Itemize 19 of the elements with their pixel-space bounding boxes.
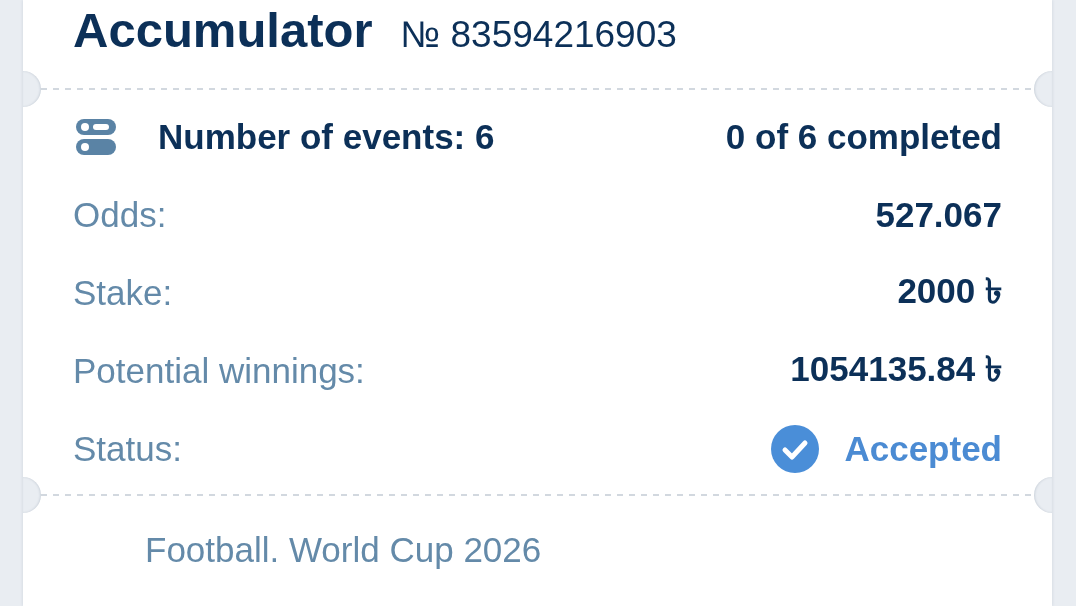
events-count: Number of events: 6 xyxy=(158,117,495,157)
ticket-notch xyxy=(1034,477,1052,513)
detail-label: Potential winnings: xyxy=(73,351,365,391)
status-value: Accepted xyxy=(844,429,1002,469)
detail-label: Odds: xyxy=(73,195,167,235)
detail-value: 1054135.84 ৳ xyxy=(790,347,1002,390)
completed-count: 0 of 6 completed xyxy=(725,117,1002,157)
event-title: Football. World Cup 2026 xyxy=(145,530,542,569)
detail-value: 527.067 xyxy=(875,195,1002,235)
ticket-notch xyxy=(23,71,41,107)
detail-label: Status: xyxy=(73,429,182,469)
detail-label: Stake: xyxy=(73,273,173,313)
ticket-notch xyxy=(1034,71,1052,107)
stacked-toggles-icon xyxy=(76,119,116,155)
ticket-notch xyxy=(23,477,41,513)
bet-type-title: Accumulator xyxy=(73,2,373,59)
check-circle-icon xyxy=(771,425,820,473)
bet-number: № 83594216903 xyxy=(400,13,677,57)
detail-value: 2000 ৳ xyxy=(897,269,1002,312)
